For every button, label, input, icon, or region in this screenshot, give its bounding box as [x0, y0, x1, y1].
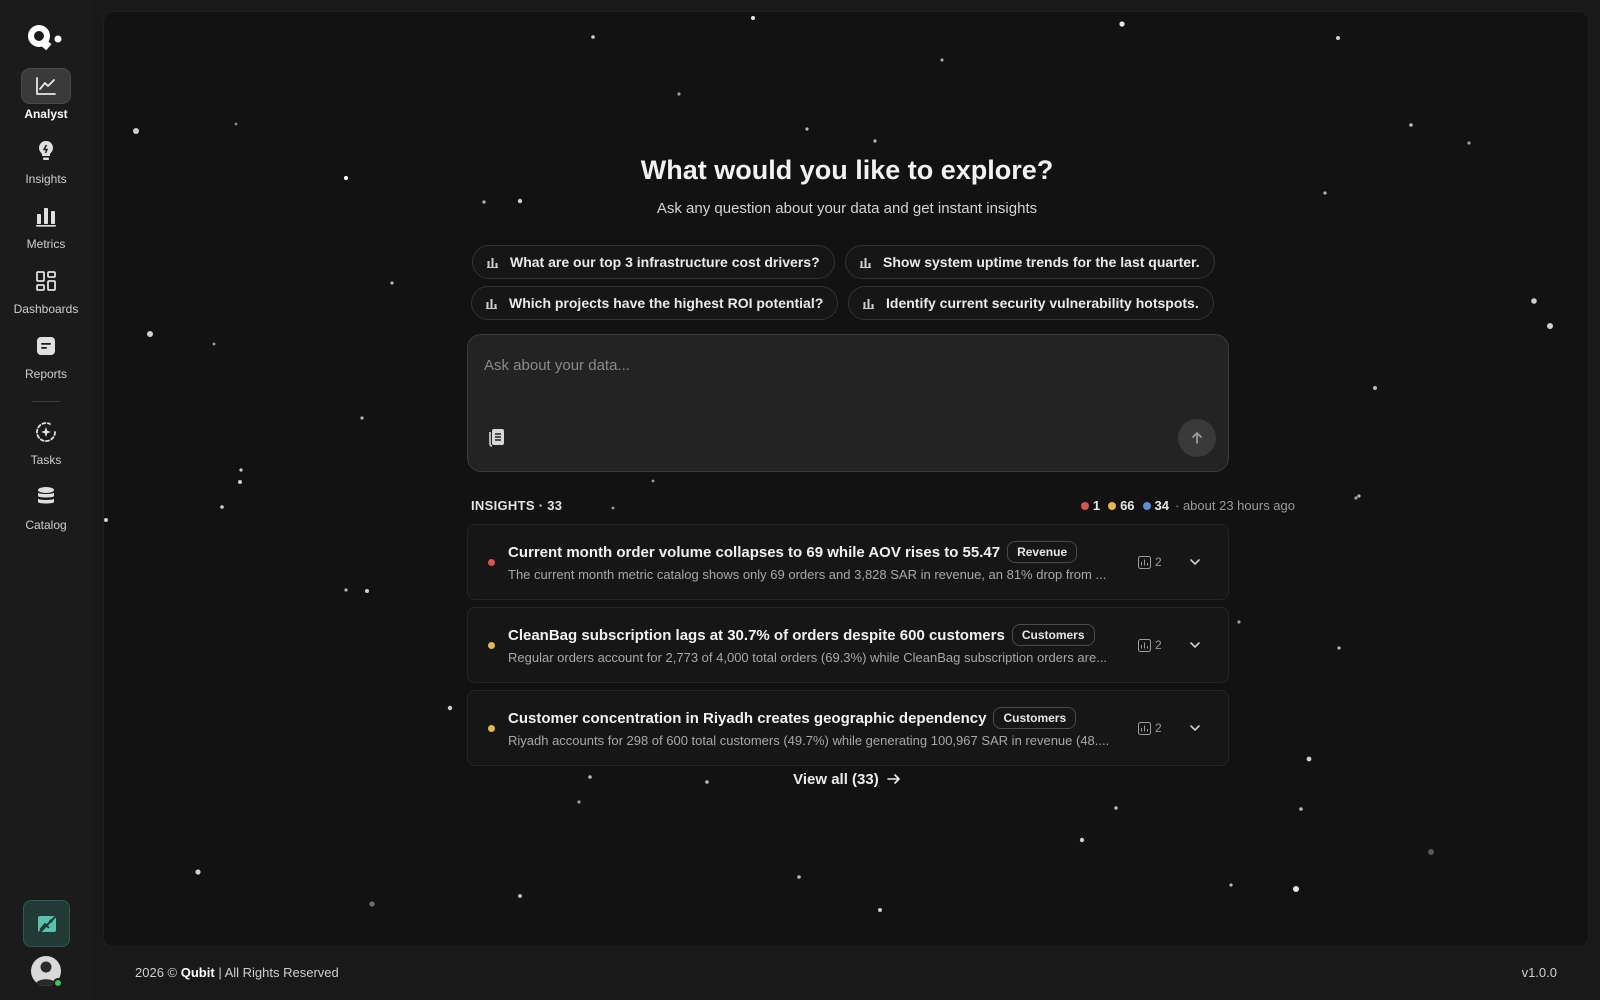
blue-dot-icon [1142, 501, 1151, 510]
suggestion-chip[interactable]: What are our top 3 infrastructure cost d… [472, 245, 835, 279]
online-status-indicator [53, 978, 63, 988]
nav-catalog[interactable]: Catalog [8, 479, 84, 539]
insight-description: Riyadh accounts for 298 of 600 total cus… [508, 733, 1110, 748]
insight-description: Regular orders account for 2,773 of 4,00… [508, 650, 1108, 665]
main-panel: What would you like to explore? Ask any … [103, 11, 1589, 947]
image-app-button[interactable] [23, 900, 70, 947]
starfield-background [104, 16, 1553, 912]
arrow-up-icon [1192, 432, 1202, 444]
evidence-value: 2 [1155, 555, 1162, 569]
lightbulb-icon [21, 133, 71, 169]
nav-analyst[interactable]: Analyst [8, 68, 84, 128]
severity-count-warning[interactable]: 66 [1108, 498, 1135, 513]
insight-description: The current month metric catalog shows o… [508, 567, 1107, 582]
nav-label: Catalog [25, 518, 67, 532]
evidence-count: 2 [1138, 555, 1162, 569]
insight-title: CleanBag subscription lags at 30.7% of o… [508, 626, 1005, 644]
footer-rights: | All Rights Reserved [218, 965, 339, 980]
attach-document-button[interactable] [486, 425, 508, 449]
chevron-down-icon[interactable] [1188, 721, 1202, 740]
ask-input[interactable] [484, 351, 1204, 379]
severity-count-critical[interactable]: 1 [1080, 498, 1101, 513]
image-sparkle-icon [37, 914, 57, 934]
sidebar: Analyst Insights Metrics Dashboards Repo… [0, 0, 92, 1000]
app-version: v1.0.0 [1521, 965, 1557, 980]
nav-tasks[interactable]: Tasks [8, 414, 84, 474]
chevron-down-icon[interactable] [1188, 555, 1202, 574]
page-subtitle: Ask any question about your data and get… [656, 200, 1038, 217]
suggestion-chip[interactable]: Which projects have the highest ROI pote… [471, 286, 839, 320]
nav-divider [32, 401, 60, 402]
footer-copyright: 2026 © Qubit | All Rights Reserved [135, 965, 339, 980]
yellow-dot-icon [1108, 501, 1117, 510]
bar-chart-icon [487, 257, 498, 268]
page-title: What would you like to explore? [640, 155, 1054, 185]
nav-label: Metrics [26, 237, 66, 251]
nav-label: Analyst [24, 107, 68, 121]
red-dot-icon [1080, 501, 1089, 510]
bar-chart-icon [863, 298, 874, 309]
database-icon [21, 479, 71, 515]
suggestion-text: Which projects have the highest ROI pote… [509, 295, 824, 311]
bar-chart-icon [486, 298, 497, 309]
nav-label: Reports [24, 367, 68, 381]
count-value: 34 [1154, 498, 1170, 513]
view-all-label[interactable]: View all (33) [793, 771, 879, 788]
footer-brand: Qubit [180, 965, 215, 980]
insight-title-row: CleanBag subscription lags at 30.7% of o… [508, 624, 1095, 646]
suggestion-text: What are our top 3 infrastructure cost d… [510, 254, 820, 270]
last-updated: · about 23 hours ago [1175, 498, 1295, 513]
evidence-chart-icon [1138, 721, 1151, 735]
suggestion-text: Show system uptime trends for the last q… [883, 254, 1200, 270]
count-value: 1 [1092, 498, 1101, 513]
insight-card[interactable]: Customer concentration in Riyadh creates… [467, 690, 1229, 766]
evidence-chart-icon [1138, 555, 1151, 569]
suggestion-chip[interactable]: Show system uptime trends for the last q… [845, 245, 1215, 279]
insight-title: Customer concentration in Riyadh creates… [508, 709, 987, 727]
insight-tag[interactable]: Revenue [1007, 541, 1078, 563]
tasks-sparkle-icon [21, 414, 71, 450]
bar-chart-icon [21, 198, 71, 234]
chevron-down-icon[interactable] [1188, 638, 1202, 657]
nav-metrics[interactable]: Metrics [8, 198, 84, 258]
nav-label: Insights [25, 172, 67, 186]
insight-title-row: Customer concentration in Riyadh creates… [508, 707, 1077, 729]
arrow-right-icon [883, 771, 901, 788]
document-icon [489, 429, 504, 447]
qubit-logo[interactable] [26, 22, 66, 54]
view-all-insights-link[interactable]: View all (33) [104, 771, 1588, 788]
insight-title: Current month order volume collapses to … [508, 543, 1001, 561]
nav-dashboards[interactable]: Dashboards [8, 263, 84, 323]
insight-card[interactable]: CleanBag subscription lags at 30.7% of o… [467, 607, 1229, 683]
evidence-count: 2 [1138, 638, 1162, 652]
evidence-chart-icon [1138, 638, 1151, 652]
insight-card[interactable]: Current month order volume collapses to … [467, 524, 1229, 600]
severity-count-info[interactable]: 34 [1142, 498, 1170, 513]
send-button[interactable] [1178, 419, 1216, 457]
insight-title-row: Current month order volume collapses to … [508, 541, 1078, 563]
nav-label: Tasks [30, 453, 62, 467]
severity-dot-icon [488, 559, 495, 566]
nav-insights[interactable]: Insights [8, 133, 84, 193]
ask-box [467, 334, 1229, 472]
insights-header: INSIGHTS · 33 [471, 498, 563, 513]
count-value: 66 [1120, 498, 1135, 513]
insights-severity-counts: 1 66 34 · about 23 hours ago [1073, 498, 1295, 513]
line-chart-icon [21, 68, 71, 104]
insight-tag[interactable]: Customers [1011, 624, 1095, 646]
nav-reports[interactable]: Reports [8, 328, 84, 388]
suggestion-text: Identify current security vulnerability … [886, 295, 1199, 311]
nav-label: Dashboards [13, 302, 79, 316]
evidence-value: 2 [1155, 638, 1162, 652]
dashboard-grid-icon [21, 263, 71, 299]
suggestion-chip[interactable]: Identify current security vulnerability … [848, 286, 1214, 320]
evidence-count: 2 [1138, 721, 1162, 735]
insight-tag[interactable]: Customers [993, 707, 1077, 729]
bar-chart-icon [860, 257, 871, 268]
report-icon [21, 328, 71, 364]
severity-dot-icon [488, 642, 495, 649]
footer-year: 2026 © [135, 965, 178, 980]
evidence-value: 2 [1155, 721, 1162, 735]
severity-dot-icon [488, 725, 495, 732]
